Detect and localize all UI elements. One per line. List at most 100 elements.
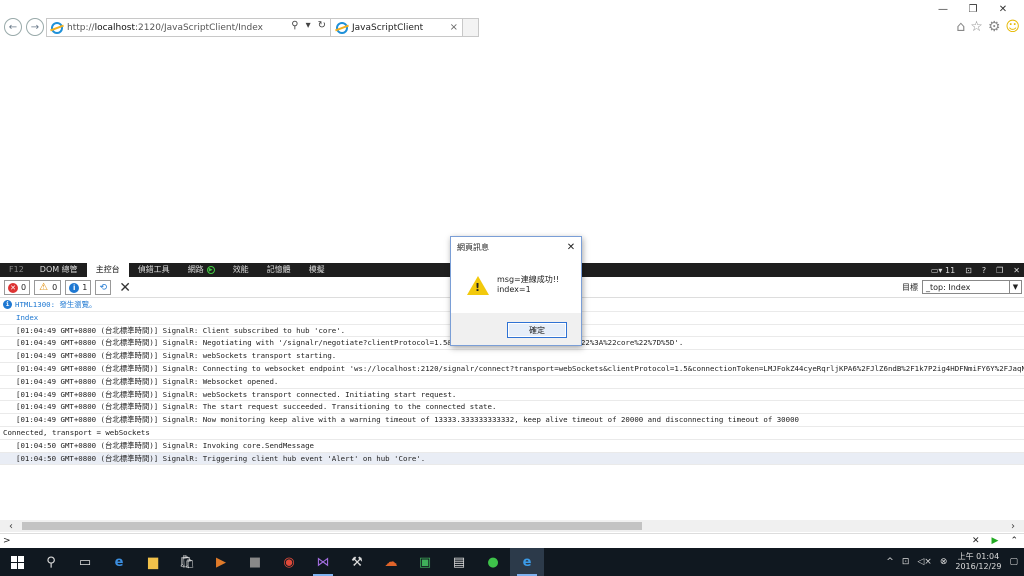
warnings-filter-button[interactable]: ⚠ 0 — [34, 280, 62, 295]
url-path: :2120/JavaScriptClient/Index — [134, 22, 263, 33]
network-icon[interactable]: ⊡ — [902, 557, 910, 567]
tab-console[interactable]: 主控台 — [86, 263, 129, 277]
expand-icon[interactable]: ⌃ — [1010, 536, 1018, 546]
tab-close-icon[interactable]: × — [450, 22, 458, 33]
errors-filter-button[interactable]: ✕ 0 — [4, 280, 31, 295]
target-dropdown[interactable]: _top: Index ▼ — [922, 280, 1022, 294]
settings-gear-icon[interactable]: ⚙ — [988, 19, 1001, 35]
start-button[interactable] — [0, 548, 34, 576]
taskbar-tools[interactable]: ⚒ — [340, 548, 374, 576]
clear-console-icon[interactable]: ✕ — [119, 280, 131, 296]
new-tab-button[interactable] — [463, 18, 479, 37]
url-text[interactable]: http://localhost:2120/JavaScriptClient/I… — [67, 23, 263, 33]
chrome-icon: ◉ — [283, 554, 295, 570]
scrollbar-thumb[interactable] — [22, 522, 642, 530]
photos-icon: ▤ — [452, 554, 466, 570]
edge-icon: e — [114, 554, 124, 570]
message-line: index=1 — [497, 285, 531, 294]
info-icon: i — [69, 282, 80, 293]
taskbar-app-dark[interactable]: ■ — [238, 548, 272, 576]
tab-label: 效能 — [232, 265, 249, 274]
chevron-down-icon: ▼ — [1009, 281, 1021, 293]
dialog-title-bar: 網頁訊息 ✕ — [451, 237, 581, 257]
visual-studio-icon: ⋈ — [316, 554, 330, 570]
tools-icon: ⚒ — [351, 554, 363, 570]
browser-toolbar-icons: ⌂ ☆ ⚙ ☺ — [956, 19, 1020, 35]
taskbar-ie[interactable]: e — [510, 548, 544, 576]
tab-favicon-icon — [336, 21, 348, 34]
record-play-icon[interactable]: ▶ — [206, 266, 215, 274]
screens-button[interactable]: ▭▾ 11 — [931, 266, 955, 275]
app-icon: ▣ — [418, 554, 432, 570]
taskbar-chrome[interactable]: ◉ — [272, 548, 306, 576]
search-icon: ⚲ — [46, 554, 56, 570]
tab-performance[interactable]: 效能 — [224, 263, 258, 277]
back-button[interactable]: ← — [4, 18, 22, 36]
tab-network[interactable]: 網路 ▶ — [179, 263, 224, 277]
url-prefix: http:// — [67, 22, 95, 33]
address-bar[interactable]: http://localhost:2120/JavaScriptClient/I… — [46, 18, 331, 37]
arrow-left-icon: ← — [8, 21, 18, 33]
ime-icon[interactable]: ⊗ — [940, 557, 948, 567]
restore-button[interactable]: ❐ — [958, 2, 988, 16]
feedback-smiley-icon[interactable]: ☺ — [1005, 19, 1020, 35]
taskbar-photos[interactable]: ▤ — [442, 548, 476, 576]
tab-label: DOM 總管 — [39, 265, 78, 274]
scroll-right-icon[interactable]: › — [1006, 520, 1020, 532]
clear-navigate-icon: ⟲ — [99, 282, 108, 293]
tab-memory[interactable]: 記憶體 — [258, 263, 300, 277]
taskbar-visual-studio[interactable]: ⋈ — [306, 548, 340, 576]
task-view-button[interactable]: ▭ — [68, 548, 102, 576]
target-label: 目標 — [902, 282, 918, 292]
clock[interactable]: 上午 01:04 2016/12/29 — [955, 552, 1001, 572]
volume-icon[interactable]: ◁× — [917, 557, 931, 567]
ok-button[interactable]: 確定 — [507, 322, 567, 338]
taskbar-edge[interactable]: e — [102, 548, 136, 576]
console-toggle-icon[interactable]: ⊡ — [965, 266, 972, 275]
dialog-close-icon[interactable]: ✕ — [561, 242, 581, 253]
console-input-icons: ✕ ▶ ⌃ — [972, 534, 1018, 548]
ie-icon — [51, 21, 63, 34]
taskbar-cloud[interactable]: ☁ — [374, 548, 408, 576]
search-button[interactable]: ⚲ — [34, 548, 68, 576]
tab-dom-explorer[interactable]: DOM 總管 — [31, 263, 87, 277]
minimize-button[interactable]: — — [928, 2, 958, 16]
help-icon[interactable]: ? — [982, 266, 986, 275]
arrow-right-icon: → — [30, 21, 40, 33]
tab-debugger[interactable]: 偵錯工具 — [129, 263, 179, 277]
horizontal-scrollbar[interactable]: ‹ › — [0, 520, 1024, 532]
browser-tab[interactable]: JavaScriptClient × — [331, 18, 463, 37]
undock-icon[interactable]: ❐ — [996, 266, 1003, 275]
monitor-icon: ▭ — [930, 265, 939, 275]
close-window-button[interactable]: ✕ — [988, 2, 1018, 16]
scroll-left-icon[interactable]: ‹ — [4, 520, 18, 532]
prompt-symbol: > — [3, 535, 11, 546]
show-hidden-icons-icon[interactable]: ^ — [886, 557, 894, 567]
dropdown-icon[interactable]: ▾ — [306, 20, 311, 31]
taskbar-media[interactable]: ▶ — [204, 548, 238, 576]
home-icon[interactable]: ⌂ — [956, 19, 965, 35]
tab-label: 記憶體 — [266, 265, 291, 274]
taskbar-line[interactable]: ● — [476, 548, 510, 576]
clear-input-icon[interactable]: ✕ — [972, 536, 980, 546]
taskbar-app-green[interactable]: ▣ — [408, 548, 442, 576]
devtools-right-controls: ▭▾ 11 ⊡ ? ❐ ✕ — [931, 263, 1020, 277]
taskbar-store[interactable]: 🛍 — [170, 548, 204, 576]
taskbar: ⚲ ▭ e ▆ 🛍 ▶ ■ ◉ ⋈ ⚒ ☁ ▣ ▤ ● e ^ ⊡ ◁× ⊗ 上… — [0, 548, 1024, 576]
refresh-icon[interactable]: ↻ — [318, 20, 326, 31]
search-icon[interactable]: ⚲ — [291, 20, 298, 31]
clear-on-navigate-button[interactable]: ⟲ — [95, 280, 112, 295]
windows-logo-icon — [10, 555, 24, 569]
tab-emulation[interactable]: 模擬 — [300, 263, 334, 277]
run-icon[interactable]: ▶ — [992, 536, 999, 546]
tab-title: JavaScriptClient — [352, 22, 424, 33]
favorites-star-icon[interactable]: ☆ — [970, 19, 983, 35]
info-filter-button[interactable]: i1 — [65, 280, 92, 295]
forward-button[interactable]: → — [26, 18, 44, 36]
console-input[interactable]: > ✕ ▶ ⌃ — [0, 533, 1024, 547]
close-devtools-icon[interactable]: ✕ — [1013, 266, 1020, 275]
target-selector: 目標 _top: Index ▼ — [902, 280, 1022, 294]
taskbar-explorer[interactable]: ▆ — [136, 548, 170, 576]
tab-label: 主控台 — [95, 265, 120, 274]
notifications-icon[interactable]: ▢ — [1009, 557, 1018, 567]
